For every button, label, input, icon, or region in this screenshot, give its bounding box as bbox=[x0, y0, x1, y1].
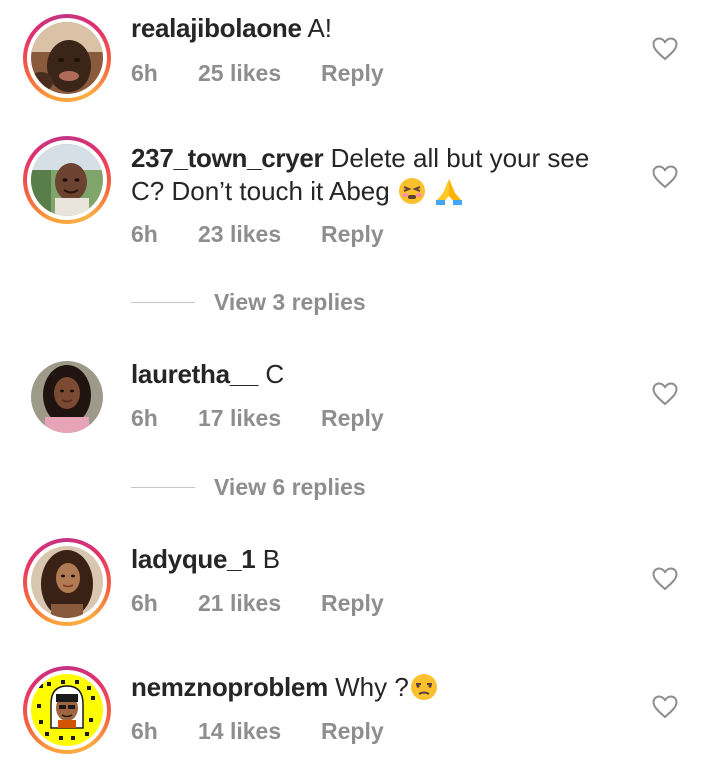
avatar-story-ring[interactable] bbox=[23, 136, 111, 224]
heart-outline-icon[interactable] bbox=[652, 567, 678, 591]
divider bbox=[131, 486, 195, 488]
comment-body: lauretha__ C bbox=[131, 358, 631, 391]
folded-hands-emoji bbox=[436, 179, 463, 205]
reply-button[interactable]: Reply bbox=[321, 60, 384, 87]
comment-time: 6h bbox=[131, 221, 158, 247]
reply-button[interactable]: Reply bbox=[321, 221, 384, 248]
comment-meta: 6h 21 likes Reply bbox=[131, 590, 384, 617]
comment-body: realajibolaone A! bbox=[131, 12, 631, 45]
view-replies-label: View 6 replies bbox=[214, 473, 366, 500]
unamused-face-emoji bbox=[410, 674, 437, 700]
avatar bbox=[31, 546, 103, 618]
view-replies-button[interactable]: View 6 replies bbox=[131, 472, 366, 502]
avatar-story-ring[interactable] bbox=[23, 538, 111, 626]
comment-likes[interactable]: 17 likes bbox=[198, 405, 321, 432]
heart-outline-icon[interactable] bbox=[652, 695, 678, 719]
comment-time: 6h bbox=[131, 405, 158, 431]
comment-text: B bbox=[262, 544, 281, 574]
comment-meta: 6h 14 likes Reply bbox=[131, 718, 384, 745]
avatar[interactable] bbox=[31, 361, 103, 433]
comment-username[interactable]: ladyque_1 bbox=[131, 544, 256, 574]
avatar bbox=[31, 144, 103, 216]
comment-username[interactable]: realajibolaone bbox=[131, 13, 302, 43]
view-replies-label: View 3 replies bbox=[214, 288, 366, 315]
reply-button[interactable]: Reply bbox=[321, 590, 384, 617]
comment-time: 6h bbox=[131, 590, 158, 616]
avatar bbox=[31, 674, 103, 746]
comment-text: Why ? bbox=[335, 672, 409, 702]
heart-outline-icon[interactable] bbox=[652, 382, 678, 406]
divider bbox=[131, 301, 195, 303]
avatar bbox=[31, 22, 103, 94]
reply-button[interactable]: Reply bbox=[321, 718, 384, 745]
avatar-story-ring[interactable] bbox=[23, 666, 111, 754]
heart-outline-icon[interactable] bbox=[652, 165, 678, 189]
comment-username[interactable]: nemznoproblem bbox=[131, 672, 328, 702]
heart-outline-icon[interactable] bbox=[652, 37, 678, 61]
comment-meta: 6h 25 likes Reply bbox=[131, 60, 384, 87]
comment-time: 6h bbox=[131, 60, 158, 86]
comment-likes[interactable]: 23 likes bbox=[198, 221, 321, 248]
comment-body: 237_town_cryer Delete all but your see bbox=[131, 142, 631, 175]
comment-meta: 6h 17 likes Reply bbox=[131, 405, 384, 432]
avatar-story-ring[interactable] bbox=[23, 14, 111, 102]
comment-meta: 6h 23 likes Reply bbox=[131, 221, 384, 248]
comment-likes[interactable]: 21 likes bbox=[198, 590, 321, 617]
comment-body: ladyque_1 B bbox=[131, 543, 631, 576]
reply-button[interactable]: Reply bbox=[321, 405, 384, 432]
comment-text: C? Don’t touch it Abeg bbox=[131, 176, 390, 206]
comment-text: A! bbox=[307, 13, 333, 43]
view-replies-button[interactable]: View 3 replies bbox=[131, 287, 366, 317]
persevering-face-emoji bbox=[398, 178, 425, 204]
comment-likes[interactable]: 25 likes bbox=[198, 60, 321, 87]
comment-text: C bbox=[265, 359, 285, 389]
comment-likes[interactable]: 14 likes bbox=[198, 718, 321, 745]
comment-username[interactable]: lauretha__ bbox=[131, 359, 258, 389]
comment-text: Delete all but your see bbox=[330, 143, 590, 173]
comment-username[interactable]: 237_town_cryer bbox=[131, 143, 324, 173]
comment-body: nemznoproblem Why ? bbox=[131, 671, 631, 704]
avatar-image bbox=[31, 361, 103, 433]
comment-body-line2: C? Don’t touch it Abeg bbox=[131, 175, 631, 208]
comment-time: 6h bbox=[131, 718, 158, 744]
